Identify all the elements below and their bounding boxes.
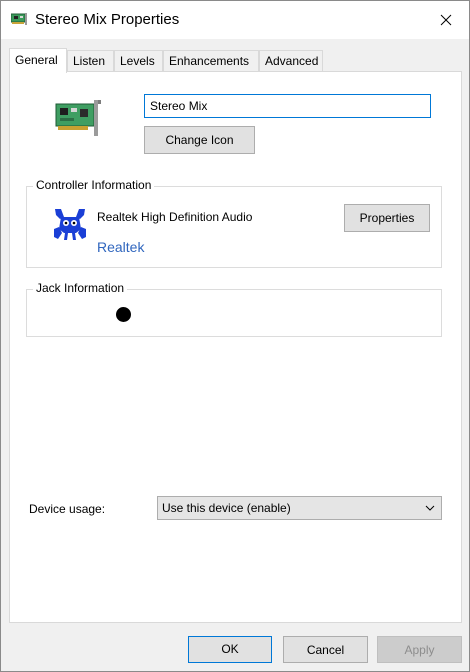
device-name-input[interactable] — [144, 94, 431, 118]
tab-enhancements[interactable]: Enhancements — [163, 50, 259, 72]
properties-button[interactable]: Properties — [344, 204, 430, 232]
sound-card-icon — [11, 13, 27, 25]
general-panel: Change Icon Controller Information Re — [9, 71, 462, 623]
realtek-crab-icon — [54, 209, 86, 240]
tab-general[interactable]: General — [9, 48, 67, 73]
controller-info-group: Controller Information Realtek High Defi… — [26, 178, 442, 268]
controller-name: Realtek High Definition Audio — [97, 210, 253, 224]
apply-button[interactable]: Apply — [377, 636, 462, 663]
change-icon-button[interactable]: Change Icon — [144, 126, 255, 154]
controller-vendor-link[interactable]: Realtek — [97, 239, 144, 255]
device-usage-select[interactable]: Use this device (enable) — [157, 496, 442, 520]
close-icon — [440, 14, 452, 26]
ok-button[interactable]: OK — [188, 636, 272, 663]
device-usage-value: Use this device (enable) — [162, 501, 291, 515]
chevron-down-icon — [425, 505, 435, 511]
window-title: Stereo Mix Properties — [35, 11, 180, 28]
device-usage-label: Device usage: — [29, 502, 106, 516]
close-button[interactable] — [423, 1, 469, 39]
tab-listen[interactable]: Listen — [67, 50, 114, 72]
jack-info-legend: Jack Information — [33, 281, 128, 295]
tab-advanced[interactable]: Advanced — [259, 50, 323, 72]
tab-levels[interactable]: Levels — [114, 50, 163, 72]
controller-info-legend: Controller Information — [33, 178, 155, 192]
sound-card-icon — [55, 100, 101, 136]
cancel-button[interactable]: Cancel — [283, 636, 368, 663]
title-bar[interactable]: Stereo Mix Properties — [1, 1, 469, 39]
properties-window: Stereo Mix Properties General Listen Lev… — [0, 0, 470, 672]
jack-info-group: Jack Information — [26, 281, 442, 337]
jack-indicator-dot — [116, 307, 131, 322]
